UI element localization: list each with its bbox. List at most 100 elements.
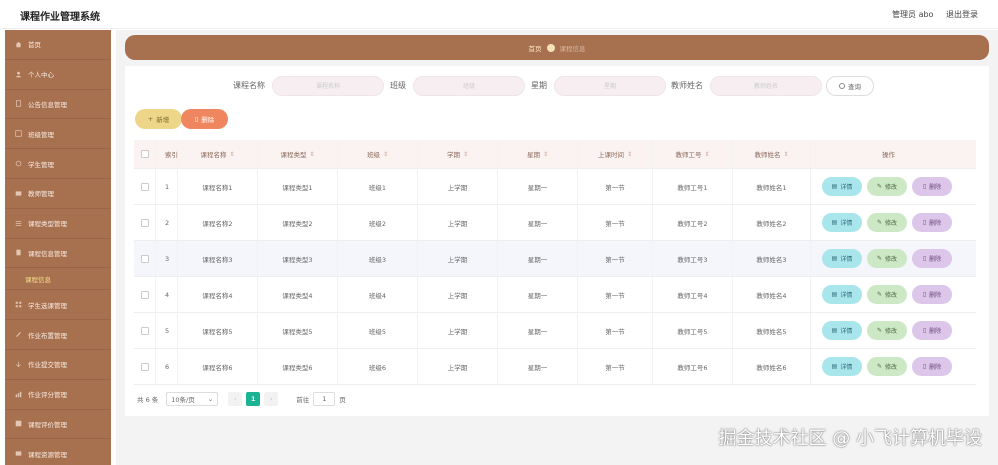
edit-button[interactable]: ✎ 修改: [867, 357, 907, 376]
breadcrumb: 首页 课程信息: [125, 35, 989, 60]
cell-time: 第一节: [578, 313, 653, 348]
top-right-area: 管理员 abo 退出登录: [892, 9, 978, 20]
header-teacher-no[interactable]: 教师工号 ⇕: [653, 140, 733, 168]
sidebar-subitem-course-info[interactable]: 课程信息: [5, 268, 111, 291]
row-delete-button[interactable]: ▯ 删除: [912, 177, 952, 196]
sidebar-item-submit[interactable]: 作业提交管理: [5, 350, 111, 380]
sidebar-item-assign[interactable]: 作业布置管理: [5, 320, 111, 350]
breadcrumb-home[interactable]: 首页: [529, 43, 542, 53]
add-button[interactable]: + 新增: [135, 109, 182, 129]
course-name-input[interactable]: 课程名称: [272, 76, 384, 96]
edit-button-label: 修改: [885, 220, 898, 227]
row-delete-button[interactable]: ▯ 删除: [912, 249, 952, 268]
edit-button[interactable]: ✎ 修改: [867, 321, 907, 340]
cell-term: 上学期: [418, 241, 498, 276]
sort-icon: ⇕: [626, 150, 633, 158]
cell-teacher-no: 教师工号1: [653, 169, 733, 204]
header-weekday[interactable]: 星期 ⇕: [498, 140, 578, 168]
sidebar: 首页 个人中心 公告信息管理 班级管理 学生管理 教师管理 课程类型管理 课程信…: [5, 30, 111, 465]
home-icon: [14, 40, 22, 48]
cell-course-type: 课程类型1: [258, 169, 338, 204]
cell-teacher-name: 教师姓名4: [733, 277, 811, 312]
sidebar-item-course-info[interactable]: 课程信息管理: [5, 239, 111, 269]
sort-icon: ⇕: [783, 150, 789, 158]
detail-button[interactable]: ▤ 详情: [822, 357, 862, 376]
edit-button[interactable]: ✎ 修改: [867, 213, 907, 232]
header-term[interactable]: 学期 ⇕: [418, 140, 498, 168]
row-delete-button[interactable]: ▯ 删除: [912, 321, 952, 340]
header-class[interactable]: 班级 ⇕: [338, 140, 418, 168]
sidebar-item-class[interactable]: 班级管理: [5, 119, 111, 150]
sidebar-item-teacher[interactable]: 教师管理: [5, 179, 111, 209]
page-size-select[interactable]: 10条/页 ⌄: [166, 392, 219, 406]
detail-button[interactable]: ▤ 详情: [822, 285, 862, 304]
week-label: 星期: [531, 81, 547, 90]
document-icon: ▤: [831, 327, 838, 334]
cell-index: 5: [156, 313, 178, 348]
row-checkbox[interactable]: [140, 362, 149, 371]
next-page-button[interactable]: ›: [264, 392, 279, 406]
header-course-name[interactable]: 课程名称 ⇕: [178, 140, 258, 168]
add-button-label: 新增: [156, 116, 170, 124]
row-delete-button-label: 删除: [929, 256, 942, 263]
detail-button[interactable]: ▤ 详情: [822, 321, 862, 340]
delete-button[interactable]: ▯ 删除: [181, 109, 228, 129]
header-teacher-name[interactable]: 教师姓名 ⇕: [733, 140, 811, 168]
trash-icon: ▯: [922, 255, 927, 262]
detail-button-label: 详情: [840, 220, 853, 227]
week-input[interactable]: 星期: [554, 76, 666, 96]
query-button[interactable]: 查询: [826, 76, 874, 96]
logout-link[interactable]: 退出登录: [946, 10, 978, 19]
table-row[interactable]: 2 课程名称2 课程类型2 班级2 上学期 星期一 第一节 教师工号2 教师姓名2 ▤ 详情 ✎ 修改 ▯…: [134, 205, 976, 241]
edit-button[interactable]: ✎ 修改: [867, 285, 907, 304]
row-delete-button[interactable]: ▯ 删除: [912, 213, 952, 232]
row-delete-button[interactable]: ▯ 删除: [912, 285, 952, 304]
class-input[interactable]: 班级: [413, 76, 525, 96]
sidebar-item-home[interactable]: 首页: [5, 30, 111, 60]
row-delete-button-label: 删除: [929, 220, 942, 227]
sidebar-item-label: 个人中心: [28, 71, 54, 80]
row-checkbox[interactable]: [140, 182, 149, 191]
main-content: 首页 课程信息 课程名称 课程名称 班级 班级 星期 星期 教师姓名 教师姓名 …: [116, 30, 998, 465]
table-row[interactable]: 5 课程名称5 课程类型5 班级5 上学期 星期一 第一节 教师工号5 教师姓名5 ▤ 详情 ✎ 修改 ▯…: [134, 313, 976, 349]
edit-button-label: 修改: [885, 256, 898, 263]
sidebar-item-resource[interactable]: 课程资源管理: [5, 439, 111, 465]
detail-button[interactable]: ▤ 详情: [822, 249, 862, 268]
table-row[interactable]: 1 课程名称1 课程类型1 班级1 上学期 星期一 第一节 教师工号1 教师姓名1 ▤ 详情 ✎ 修改 ▯…: [134, 169, 976, 205]
list-icon: [14, 219, 22, 227]
table-row[interactable]: 6 课程名称6 课程类型6 班级6 上学期 星期一 第一节 教师工号6 教师姓名6 ▤ 详情 ✎ 修改 ▯…: [134, 349, 976, 385]
row-checkbox-cell: [134, 169, 156, 204]
sidebar-item-score[interactable]: 作业评分管理: [5, 380, 111, 410]
goto-page-input[interactable]: 1: [313, 392, 336, 406]
select-all-checkbox[interactable]: [140, 150, 149, 158]
table-row[interactable]: 4 课程名称4 课程类型4 班级4 上学期 星期一 第一节 教师工号4 教师姓名4 ▤ 详情 ✎ 修改 ▯…: [134, 277, 976, 313]
edit-button[interactable]: ✎ 修改: [867, 177, 907, 196]
cell-course-name: 课程名称2: [178, 205, 258, 240]
prev-page-button[interactable]: ‹: [228, 392, 243, 406]
sidebar-item-profile[interactable]: 个人中心: [5, 60, 111, 90]
sidebar-item-course-select[interactable]: 学生选课管理: [5, 290, 111, 321]
detail-button-label: 详情: [840, 184, 853, 191]
row-checkbox[interactable]: [140, 254, 149, 263]
table-row[interactable]: 3 课程名称3 课程类型3 班级3 上学期 星期一 第一节 教师工号3 教师姓名3 ▤ 详情 ✎ 修改 ▯…: [134, 241, 976, 277]
detail-button[interactable]: ▤ 详情: [822, 213, 862, 232]
pencil-icon: ✎: [876, 363, 882, 370]
row-checkbox[interactable]: [140, 326, 149, 335]
sidebar-item-student[interactable]: 学生管理: [5, 149, 111, 179]
detail-button[interactable]: ▤ 详情: [822, 177, 862, 196]
row-checkbox-cell: [134, 205, 156, 240]
header-time[interactable]: 上课时间 ⇕: [578, 140, 653, 168]
sort-icon: ⇕: [704, 150, 710, 158]
row-checkbox[interactable]: [140, 290, 149, 299]
row-delete-button[interactable]: ▯ 删除: [912, 357, 952, 376]
trash-icon: ▯: [194, 115, 199, 123]
edit-button[interactable]: ✎ 修改: [867, 249, 907, 268]
row-checkbox[interactable]: [140, 218, 149, 227]
page-number-button[interactable]: 1: [246, 392, 261, 406]
teacher-name-input[interactable]: 教师姓名: [710, 76, 822, 96]
teacher-name-label: 教师姓名: [671, 81, 703, 90]
sidebar-item-notice[interactable]: 公告信息管理: [5, 90, 111, 120]
sidebar-item-rate[interactable]: 课程评价管理: [5, 410, 111, 440]
sidebar-item-course-type[interactable]: 课程类型管理: [5, 209, 111, 239]
header-course-type[interactable]: 课程类型 ⇕: [258, 140, 338, 168]
